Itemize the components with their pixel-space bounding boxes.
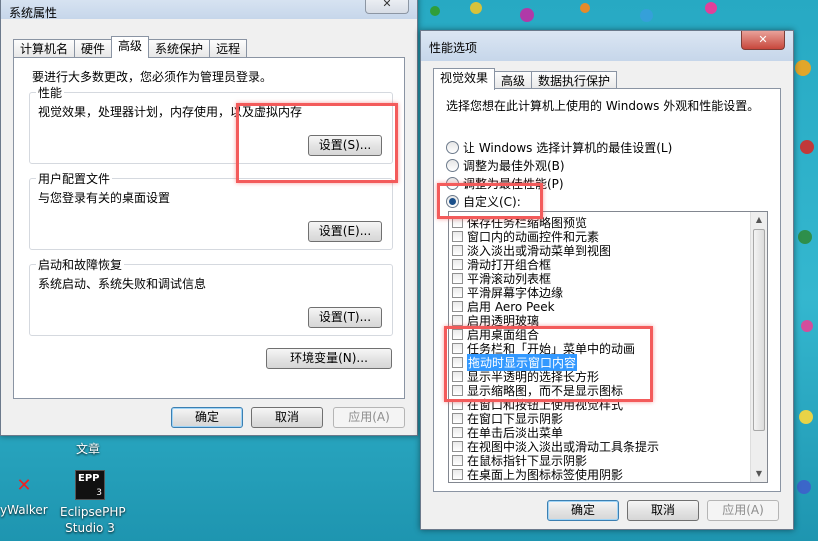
close-button[interactable]: ✕: [741, 31, 785, 50]
radio-let-windows-choose[interactable]: 让 Windows 选择计算机的最佳设置(L): [446, 139, 672, 156]
radio-button[interactable]: [446, 141, 459, 154]
titlebar[interactable]: 系统属性 ✕: [1, 0, 417, 20]
cancel-button[interactable]: 取消: [251, 407, 323, 428]
effect-checkbox[interactable]: [452, 244, 463, 256]
startup-recovery-label: 启动和故障恢复: [36, 256, 125, 273]
tab-strip: 计算机名 硬件 高级 系统保护 远程: [13, 36, 248, 58]
effect-checkbox[interactable]: [452, 230, 463, 242]
user-profiles-group: 用户配置文件 与您登录有关的桌面设置 设置(E)...: [29, 170, 393, 250]
effect-checkbox[interactable]: [452, 412, 463, 424]
startup-recovery-group: 启动和故障恢复 系统启动、系统失败和调试信息 设置(T)...: [29, 256, 393, 336]
performance-options-window: 性能选项 ✕ 视觉效果 高级 数据执行保护 选择您想在此计算机上使用的 Wind…: [420, 30, 794, 530]
red-x-icon: ✕: [16, 475, 32, 496]
startup-recovery-desc: 系统启动、系统失败和调试信息: [38, 277, 207, 291]
effect-checkbox[interactable]: [452, 286, 463, 298]
titlebar[interactable]: 性能选项 ✕: [421, 31, 793, 61]
window-title: 系统属性: [9, 6, 58, 20]
user-profiles-label: 用户配置文件: [36, 170, 113, 187]
tab-advanced[interactable]: 高级: [111, 36, 150, 58]
effect-checkbox[interactable]: [452, 258, 463, 270]
user-profiles-settings-button[interactable]: 设置(E)...: [308, 221, 382, 242]
apply-button[interactable]: 应用(A): [333, 407, 405, 428]
ok-button[interactable]: 确定: [171, 407, 243, 428]
window-title: 性能选项: [429, 41, 478, 55]
visual-effects-panel: 选择您想在此计算机上使用的 Windows 外观和性能设置。 让 Windows…: [433, 88, 781, 492]
tab-visual-effects[interactable]: 视觉效果: [433, 68, 496, 90]
effect-checkbox[interactable]: [452, 300, 463, 312]
vertical-scrollbar[interactable]: ▲ ▼: [750, 212, 767, 482]
annotation-box-effects: [444, 326, 653, 402]
annotation-box-custom: [437, 183, 543, 219]
tab-hardware[interactable]: 硬件: [74, 39, 113, 58]
effect-checkbox[interactable]: [452, 454, 463, 466]
close-button[interactable]: ✕: [365, 0, 409, 14]
annotation-box-settings: [236, 103, 398, 183]
tab-remote[interactable]: 远程: [209, 39, 248, 58]
effect-label: 在桌面上为图标标签使用阴影: [467, 467, 624, 482]
performance-label: 性能: [36, 84, 65, 101]
system-properties-window: 系统属性 ✕ 计算机名 硬件 高级 系统保护 远程 要进行大多数更改，您必须作为…: [0, 0, 418, 436]
ok-button[interactable]: 确定: [547, 500, 619, 521]
admin-notice: 要进行大多数更改，您必须作为管理员登录。: [32, 70, 273, 84]
effect-item[interactable]: 在桌面上为图标标签使用阴影: [452, 467, 624, 482]
startup-recovery-settings-button[interactable]: 设置(T)...: [308, 307, 382, 328]
scroll-down-arrow-icon[interactable]: ▼: [751, 466, 767, 482]
folder-label: 文章: [75, 442, 100, 456]
walker-app-icon[interactable]: ✕ yWalker: [0, 476, 48, 518]
apply-button[interactable]: 应用(A): [707, 500, 779, 521]
scroll-up-arrow-icon[interactable]: ▲: [751, 212, 767, 228]
effect-checkbox[interactable]: [452, 272, 463, 284]
cancel-button[interactable]: 取消: [627, 500, 699, 521]
environment-variables-button[interactable]: 环境变量(N)...: [266, 348, 392, 369]
radio-button[interactable]: [446, 159, 459, 172]
radio-best-appearance[interactable]: 调整为最佳外观(B): [446, 157, 565, 174]
effect-checkbox[interactable]: [452, 440, 463, 452]
user-profiles-desc: 与您登录有关的桌面设置: [38, 191, 171, 205]
scroll-thumb[interactable]: [753, 229, 765, 431]
effect-checkbox[interactable]: [452, 426, 463, 438]
effect-checkbox[interactable]: [452, 314, 463, 326]
tab-system-protection[interactable]: 系统保护: [148, 39, 211, 58]
tab-computer-name[interactable]: 计算机名: [13, 39, 76, 58]
eclipsephp-icon[interactable]: EPP 3 EclipsePHP Studio 3: [60, 470, 126, 536]
effect-checkbox[interactable]: [452, 468, 463, 480]
intro-text: 选择您想在此计算机上使用的 Windows 外观和性能设置。: [446, 99, 760, 113]
epp-logo-icon: EPP 3: [75, 470, 105, 500]
